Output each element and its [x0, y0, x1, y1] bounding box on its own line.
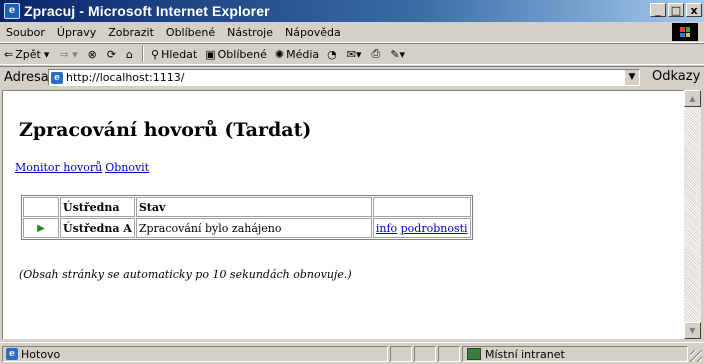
menu-bar: Soubor Úpravy Zobrazit Oblíbené Nástroje… — [0, 22, 704, 43]
history-button[interactable]: ◔ — [323, 48, 343, 61]
search-label: Hledat — [161, 47, 198, 61]
mail-button[interactable]: ✉▾ — [343, 48, 368, 61]
resize-grip[interactable] — [690, 350, 702, 362]
favorites-button[interactable]: ▣ Oblíbené — [201, 48, 271, 61]
zone-panel: Místní intranet — [462, 346, 688, 362]
calls-table: Ústředna Stav ▶ Ústředna A Zpracování by… — [21, 195, 473, 240]
stop-icon: ⊗ — [87, 47, 97, 61]
page-content: Zpracování hovorů (Tardat) Monitor hovor… — [2, 90, 684, 339]
forward-arrow-icon: ⇒ ▾ — [59, 47, 78, 61]
title-bar: e Zpracuj - Microsoft Internet Explorer … — [0, 0, 704, 22]
forward-button[interactable]: ⇒ ▾ — [55, 48, 83, 61]
refresh-button[interactable]: ⟳ — [103, 48, 122, 61]
toolbar-separator — [142, 46, 145, 62]
zone-label: Místní intranet — [485, 347, 565, 361]
page-icon: e — [51, 71, 63, 84]
address-input[interactable]: e http://localhost:1113/ ▼ — [48, 69, 640, 86]
scroll-down-icon[interactable]: ▼ — [684, 322, 701, 339]
back-button[interactable]: ⇐ Zpět ▾ — [0, 48, 55, 61]
close-button[interactable]: x — [686, 3, 702, 17]
address-bar: Adresa e http://localhost:1113/ ▼ Odkazy — [0, 66, 704, 88]
link-obnovit[interactable]: Obnovit — [105, 161, 149, 174]
media-icon: ✺ — [274, 47, 285, 61]
menu-oblibene[interactable]: Oblíbené — [160, 26, 221, 39]
window-controls: _ □ x — [648, 3, 702, 17]
refresh-icon: ⟳ — [106, 47, 117, 61]
search-button[interactable]: ⚲ Hledat — [147, 48, 201, 61]
history-icon: ◔ — [327, 47, 337, 61]
back-dropdown-icon: ▾ — [43, 47, 50, 61]
favorites-label: Oblíbené — [217, 47, 267, 61]
favorites-folder-icon: ▣ — [205, 47, 216, 61]
table-header-row: Ústředna Stav — [23, 197, 471, 217]
menu-napoveda[interactable]: Nápověda — [279, 26, 347, 39]
maximize-button[interactable]: □ — [668, 3, 684, 17]
stop-button[interactable]: ⊗ — [84, 48, 103, 61]
address-dropdown-icon[interactable]: ▼ — [624, 70, 639, 85]
status-text-panel: e Hotovo — [2, 346, 388, 362]
address-url[interactable]: http://localhost:1113/ — [66, 71, 184, 84]
cell-stav: Zpracování bylo zahájeno — [135, 218, 372, 238]
back-label: Zpět — [15, 47, 41, 61]
window-title: Zpracuj - Microsoft Internet Explorer — [24, 3, 270, 19]
cell-ustredna: Ústředna A — [60, 218, 135, 238]
header-icon-col — [23, 197, 59, 217]
search-icon: ⚲ — [151, 47, 160, 61]
nav-links: Monitor hovorů Obnovit — [15, 161, 152, 174]
intranet-icon — [467, 348, 481, 360]
mail-icon: ✉▾ — [346, 47, 362, 61]
menu-soubor[interactable]: Soubor — [0, 26, 51, 39]
minimize-button[interactable]: _ — [650, 3, 666, 17]
header-ustredna: Ústředna — [60, 197, 135, 217]
edit-icon: ✎▾ — [390, 47, 406, 61]
home-icon: ⌂ — [126, 47, 134, 61]
auto-refresh-note: (Obsah stránky se automaticky po 10 seku… — [19, 268, 352, 281]
print-button[interactable]: ⎙ — [368, 47, 387, 61]
table-row: ▶ Ústředna A Zpracování bylo zahájeno in… — [23, 218, 471, 238]
link-podrobnosti[interactable]: podrobnosti — [401, 222, 468, 235]
page-done-icon: e — [6, 348, 18, 360]
vertical-scrollbar[interactable]: ▲ ▼ — [684, 90, 701, 339]
media-button[interactable]: ✺ Média — [271, 48, 323, 61]
status-panel-empty — [414, 346, 436, 362]
scroll-up-icon[interactable]: ▲ — [684, 90, 701, 107]
standard-toolbar: ⇐ Zpět ▾ ⇒ ▾ ⊗ ⟳ ⌂ ⚲ Hledat ▣ Oblíbené ✺… — [0, 43, 704, 65]
play-arrow-icon: ▶ — [23, 218, 59, 238]
header-stav: Stav — [135, 197, 372, 217]
header-actions — [372, 197, 471, 217]
status-text: Hotovo — [21, 347, 61, 361]
page-title: Zpracování hovorů (Tardat) — [19, 119, 312, 141]
ie-icon: e — [4, 3, 20, 19]
status-panel-empty — [438, 346, 460, 362]
home-button[interactable]: ⌂ — [122, 48, 139, 61]
print-icon: ⎙ — [371, 47, 381, 60]
link-monitor-hovoru[interactable]: Monitor hovorů — [15, 161, 102, 174]
links-toolbar[interactable]: Odkazy — [652, 69, 700, 84]
back-arrow-icon: ⇐ — [4, 47, 14, 61]
status-bar: e Hotovo Místní intranet — [0, 342, 704, 364]
menu-zobrazit[interactable]: Zobrazit — [102, 26, 160, 39]
media-label: Média — [286, 47, 320, 61]
link-info[interactable]: info — [376, 222, 397, 235]
windows-logo-icon — [672, 23, 698, 41]
edit-button[interactable]: ✎▾ — [386, 48, 411, 61]
cell-actions: info podrobnosti — [372, 218, 471, 238]
address-label: Adresa — [4, 70, 49, 85]
menu-nastroje[interactable]: Nástroje — [221, 26, 279, 39]
status-panel-empty — [390, 346, 412, 362]
menu-upravy[interactable]: Úpravy — [51, 26, 102, 39]
